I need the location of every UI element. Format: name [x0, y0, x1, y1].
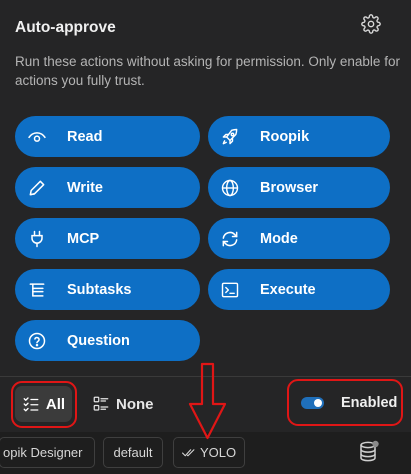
- database-icon[interactable]: [358, 440, 380, 464]
- question-toggle-button[interactable]: Question: [15, 320, 200, 361]
- roopik-label: Roopik: [260, 128, 310, 145]
- select-none-label: None: [116, 395, 154, 413]
- panel-title: Auto-approve: [15, 19, 116, 36]
- browser-toggle-button[interactable]: Browser: [208, 167, 390, 208]
- checklist-icon: [22, 395, 40, 413]
- enabled-label: Enabled: [341, 395, 398, 411]
- refresh-icon: [220, 229, 240, 249]
- select-none-button[interactable]: None: [92, 386, 154, 422]
- yolo-chip[interactable]: YOLO: [173, 437, 245, 468]
- rocket-icon: [220, 127, 240, 147]
- pencil-icon: [27, 178, 47, 198]
- execute-label: Execute: [260, 281, 316, 298]
- mode-label: Mode: [260, 230, 298, 247]
- execute-toggle-button[interactable]: Execute: [208, 269, 390, 310]
- roopik-toggle-button[interactable]: Roopik: [208, 116, 390, 157]
- toggle-switch[interactable]: [301, 397, 324, 409]
- read-label: Read: [67, 128, 103, 145]
- footer-divider: [0, 376, 411, 377]
- mode-toggle-button[interactable]: Mode: [208, 218, 390, 259]
- panel-description: Run these actions without asking for per…: [15, 54, 400, 88]
- globe-icon: [220, 178, 240, 198]
- mode-selector-chip[interactable]: opik Designer: [0, 437, 95, 468]
- mode-selector-label: opik Designer: [3, 445, 83, 460]
- eye-icon: [27, 127, 47, 147]
- plug-icon: [27, 229, 47, 249]
- list-icon: [92, 395, 110, 413]
- read-toggle-button[interactable]: Read: [15, 116, 200, 157]
- profile-selector-chip[interactable]: default: [103, 437, 163, 468]
- question-label: Question: [67, 332, 130, 349]
- list-tree-icon: [27, 280, 47, 300]
- auto-approve-panel: Auto-approve Run these actions without a…: [0, 0, 411, 432]
- write-toggle-button[interactable]: Write: [15, 167, 200, 208]
- subtasks-label: Subtasks: [67, 281, 132, 298]
- yolo-label: YOLO: [199, 445, 237, 460]
- enabled-toggle[interactable]: Enabled: [290, 385, 397, 421]
- mcp-label: MCP: [67, 230, 100, 247]
- subtasks-toggle-button[interactable]: Subtasks: [15, 269, 200, 310]
- profile-selector-label: default: [113, 445, 153, 460]
- select-all-button[interactable]: All: [15, 386, 72, 422]
- question-circle-icon: [27, 331, 47, 351]
- write-label: Write: [67, 179, 103, 196]
- settings-gear-icon[interactable]: [360, 13, 382, 35]
- check-double-icon: [181, 447, 195, 458]
- mcp-toggle-button[interactable]: MCP: [15, 218, 200, 259]
- select-all-label: All: [45, 395, 66, 413]
- terminal-icon: [220, 280, 240, 300]
- browser-label: Browser: [260, 179, 319, 196]
